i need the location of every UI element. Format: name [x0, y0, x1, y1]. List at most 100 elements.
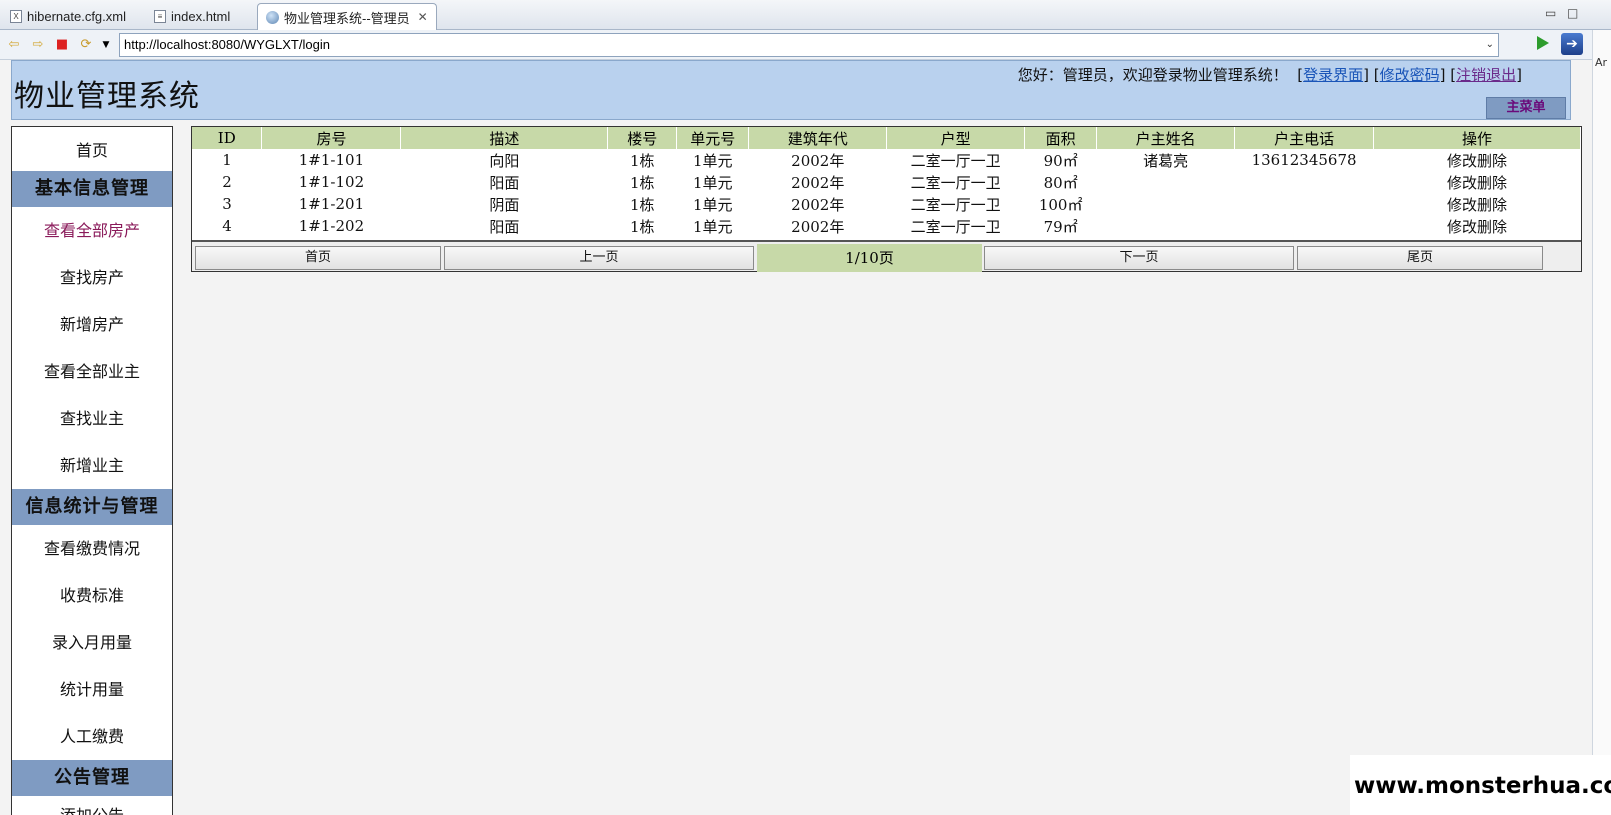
- cell-owner-name: [1097, 215, 1235, 237]
- sidebar-item-add-notice[interactable]: 添加公告: [12, 796, 172, 815]
- cell-owner-name: [1097, 171, 1235, 193]
- navigate-icon[interactable]: ➔: [1561, 33, 1583, 55]
- delete-link[interactable]: 删除: [1477, 174, 1507, 192]
- cell-building: 1栋: [630, 151, 655, 170]
- minimize-icon[interactable]: ▭: [1545, 6, 1556, 20]
- tab-hibernate-cfg[interactable]: X hibernate.cfg.xml: [2, 3, 134, 30]
- edit-link[interactable]: 修改: [1447, 174, 1477, 192]
- delete-link[interactable]: 删除: [1477, 196, 1507, 214]
- cell-year: 2002年: [791, 195, 845, 214]
- sidebar-group-notices: 公告管理: [12, 760, 172, 796]
- login-page-link[interactable]: 登录界面: [1303, 66, 1363, 84]
- tab-label: 物业管理系统--管理员: [284, 10, 410, 26]
- column-header: 户主姓名: [1096, 127, 1236, 149]
- column-header: 单元号: [676, 127, 750, 149]
- watermark: www.monsterhua.com: [1350, 755, 1611, 815]
- table-row: 1 1#1-101 向阳 1栋 1单元 2002年 二室一厅一卫 90㎡ 诸葛亮…: [192, 149, 1581, 171]
- forward-icon[interactable]: ⇨: [30, 37, 46, 53]
- tab-browser-admin[interactable]: 物业管理系统--管理员 ✕: [257, 3, 437, 30]
- cell-area: 100㎡: [1038, 195, 1083, 214]
- site-header: 物业管理系统 您好：管理员，欢迎登录物业管理系统！ [登录界面] [修改密码] …: [11, 60, 1571, 120]
- cell-id: 3: [222, 195, 232, 213]
- logout-link[interactable]: 注销退出: [1456, 66, 1516, 84]
- chevron-down-icon[interactable]: ▼: [98, 37, 114, 53]
- cell-area: 80㎡: [1043, 173, 1078, 192]
- cell-unit: 1单元: [693, 217, 733, 236]
- column-header: 描述: [400, 127, 609, 149]
- back-icon[interactable]: ⇦: [6, 37, 22, 53]
- cell-owner-name: [1097, 193, 1235, 215]
- cell-owner-name: 诸葛亮: [1143, 151, 1189, 170]
- last-page-button[interactable]: 尾页: [1297, 246, 1543, 270]
- cell-layout: 二室一厅一卫: [910, 173, 1001, 192]
- url-text: http://localhost:8080/WYGLXT/login: [124, 37, 330, 52]
- sidebar-item-all-owners[interactable]: 查看全部业主: [12, 348, 172, 395]
- cell-owner-phone: [1235, 193, 1374, 215]
- delete-link[interactable]: 删除: [1477, 218, 1507, 236]
- column-header: 房号: [261, 127, 402, 149]
- cell-building: 1栋: [630, 195, 655, 214]
- cell-desc: 阳面: [489, 217, 520, 236]
- pagination-bar: 首页 上一页 1/10页 下一页 尾页: [192, 240, 1581, 272]
- sidebar-item-enter-usage[interactable]: 录入月用量: [12, 619, 172, 666]
- go-icon[interactable]: [1534, 35, 1550, 51]
- sidebar-item-all-properties[interactable]: 查看全部房产: [12, 207, 172, 254]
- cell-unit: 1单元: [693, 151, 733, 170]
- cell-desc: 向阳: [489, 151, 520, 170]
- cell-layout: 二室一厅一卫: [910, 217, 1001, 236]
- sidebar-item-usage-stats[interactable]: 统计用量: [12, 666, 172, 713]
- cell-building: 1栋: [630, 217, 655, 236]
- first-page-button[interactable]: 首页: [195, 246, 441, 270]
- table-row: 2 1#1-102 阳面 1栋 1单元 2002年 二室一厅一卫 80㎡ 修改删…: [192, 171, 1581, 193]
- welcome-text: 您好：管理员，欢迎登录物业管理系统！: [1017, 66, 1288, 84]
- sidebar-item-find-owner[interactable]: 查找业主: [12, 395, 172, 442]
- url-input[interactable]: http://localhost:8080/WYGLXT/login ⌄: [119, 33, 1499, 57]
- cell-year: 2002年: [791, 217, 845, 236]
- sidebar-item-add-owner[interactable]: 新增业主: [12, 442, 172, 489]
- html-file-icon: ≡: [154, 10, 166, 23]
- sidebar-item-add-property[interactable]: 新增房产: [12, 301, 172, 348]
- url-dropdown-icon[interactable]: ⌄: [1486, 34, 1494, 56]
- page-content: 物业管理系统 您好：管理员，欢迎登录物业管理系统！ [登录界面] [修改密码] …: [0, 60, 1592, 815]
- cell-owner-phone: 13612345678: [1251, 151, 1357, 169]
- stop-icon[interactable]: ■: [54, 37, 70, 53]
- property-list-panel: ID 房号 描述 楼号 单元号 建筑年代 户型 面积 户主姓名 户主电话 操作 …: [191, 126, 1582, 272]
- prev-page-button[interactable]: 上一页: [444, 246, 754, 270]
- column-header: ID: [192, 127, 263, 149]
- maximize-icon[interactable]: □: [1567, 6, 1578, 20]
- browser-toolbar: ⇦ ⇨ ■ ⟳ ▼ http://localhost:8080/WYGLXT/l…: [0, 30, 1611, 60]
- edit-link[interactable]: 修改: [1447, 218, 1477, 236]
- sidebar-item-home[interactable]: 首页: [12, 127, 172, 171]
- sidebar-item-fee-standard[interactable]: 收费标准: [12, 572, 172, 619]
- next-page-button[interactable]: 下一页: [984, 246, 1294, 270]
- column-header: 楼号: [607, 127, 678, 149]
- cell-desc: 阴面: [489, 195, 520, 214]
- cell-actions: 修改删除: [1374, 193, 1581, 215]
- cell-unit: 1单元: [693, 195, 733, 214]
- cell-area: 90㎡: [1043, 151, 1078, 170]
- property-table: ID 房号 描述 楼号 单元号 建筑年代 户型 面积 户主姓名 户主电话 操作 …: [192, 127, 1581, 237]
- column-header: 户主电话: [1234, 127, 1375, 149]
- edit-link[interactable]: 修改: [1447, 152, 1477, 170]
- close-icon[interactable]: ✕: [418, 10, 428, 24]
- tab-index-html[interactable]: ≡ index.html: [146, 3, 238, 30]
- sidebar-item-manual-payment[interactable]: 人工缴费: [12, 713, 172, 760]
- cell-actions: 修改删除: [1374, 149, 1581, 171]
- cell-id: 2: [222, 173, 232, 191]
- cell-actions: 修改删除: [1374, 171, 1581, 193]
- edit-link[interactable]: 修改: [1447, 196, 1477, 214]
- cell-year: 2002年: [791, 173, 845, 192]
- change-password-link[interactable]: 修改密码: [1380, 66, 1440, 84]
- tab-label: index.html: [171, 9, 231, 24]
- sidebar-item-payment-status[interactable]: 查看缴费情况: [12, 525, 172, 572]
- refresh-icon[interactable]: ⟳: [78, 37, 94, 53]
- cell-room: 1#1-101: [298, 151, 365, 169]
- right-side-panel: Ar: [1592, 30, 1611, 815]
- cell-room: 1#1-202: [298, 217, 365, 235]
- main-menu-button[interactable]: 主菜单: [1486, 97, 1566, 119]
- cell-id: 1: [222, 151, 232, 169]
- sidebar-item-find-property[interactable]: 查找房产: [12, 254, 172, 301]
- delete-link[interactable]: 删除: [1477, 152, 1507, 170]
- cell-unit: 1单元: [693, 173, 733, 192]
- watermark-text: www.monsterhua.com: [1354, 773, 1611, 799]
